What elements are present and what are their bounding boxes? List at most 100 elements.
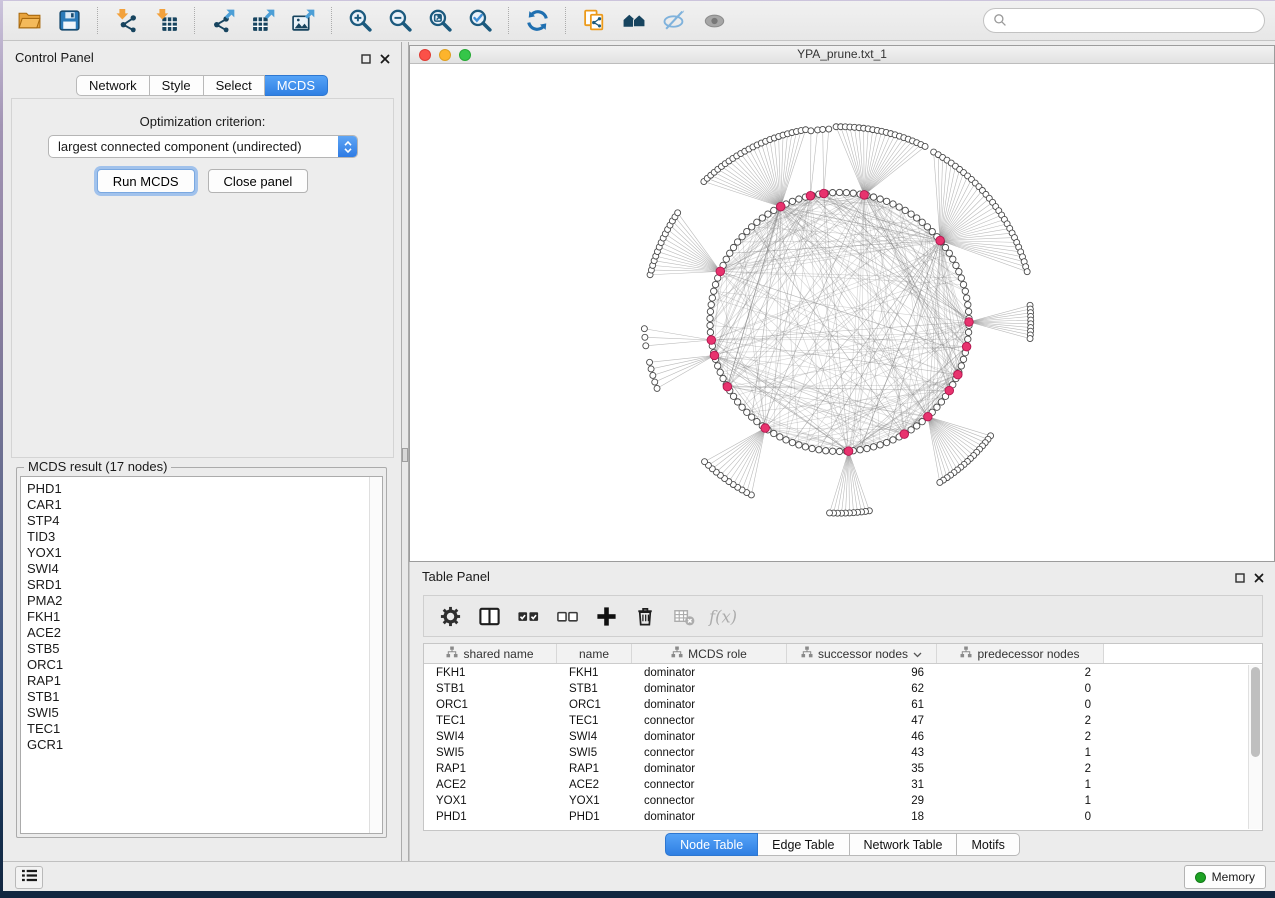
network-window: YPA_prune.txt_1 — [409, 45, 1275, 562]
hide-selected-button[interactable] — [656, 5, 692, 37]
mcds-result-item[interactable]: SWI4 — [27, 561, 382, 577]
delete-column-button[interactable] — [631, 602, 659, 630]
cell-shared-name: STB1 — [424, 683, 557, 695]
table-row[interactable]: PHD1PHD1dominator180 — [424, 809, 1248, 825]
toolbar-separator — [508, 7, 509, 34]
panel-splitter[interactable] — [402, 42, 409, 861]
mcds-result-item[interactable]: STB1 — [27, 689, 382, 705]
column-header-predecessor-nodes[interactable]: predecessor nodes — [937, 644, 1104, 663]
cell-successor-nodes: 35 — [787, 763, 937, 775]
float-icon[interactable] — [361, 51, 371, 69]
zoom-out-button[interactable] — [382, 5, 418, 37]
network-graph[interactable] — [410, 64, 1274, 561]
mcds-result-item[interactable]: ACE2 — [27, 625, 382, 641]
mcds-result-item[interactable]: YOX1 — [27, 545, 382, 561]
tab-network[interactable]: Network — [76, 75, 150, 96]
deselect-all-button[interactable] — [553, 602, 581, 630]
tab-node-table[interactable]: Node Table — [665, 833, 758, 856]
tab-edge-table[interactable]: Edge Table — [758, 833, 849, 856]
table-row[interactable]: ACE2ACE2connector311 — [424, 777, 1248, 793]
table-scrollbar-thumb[interactable] — [1251, 667, 1260, 757]
zoom-in-button[interactable] — [342, 5, 378, 37]
import-network-button[interactable] — [108, 5, 144, 37]
table-settings-button[interactable] — [436, 602, 464, 630]
table-row[interactable]: YOX1YOX1connector291 — [424, 793, 1248, 809]
table-row[interactable]: FKH1FKH1dominator962 — [424, 665, 1248, 681]
table-scrollbar[interactable] — [1248, 665, 1262, 829]
add-column-button[interactable] — [592, 602, 620, 630]
table-panel-title: Table Panel — [422, 569, 490, 584]
close-icon[interactable] — [1254, 570, 1264, 588]
cell-mcds-role: dominator — [632, 667, 787, 679]
tab-network-table[interactable]: Network Table — [850, 833, 958, 856]
import-table-button[interactable] — [148, 5, 184, 37]
mcds-result-item[interactable]: RAP1 — [27, 673, 382, 689]
tab-motifs[interactable]: Motifs — [957, 833, 1019, 856]
maximize-window-icon[interactable] — [459, 49, 471, 61]
criterion-dropdown[interactable]: largest connected component (undirected) — [48, 135, 358, 158]
mcds-result-item[interactable]: TID3 — [27, 529, 382, 545]
mcds-result-item[interactable]: PHD1 — [27, 481, 382, 497]
import-table-icon — [154, 8, 179, 33]
task-list-icon — [21, 868, 38, 888]
column-type-icon — [960, 646, 972, 661]
close-icon[interactable] — [380, 51, 390, 69]
tab-style[interactable]: Style — [150, 75, 204, 96]
table-row[interactable]: RAP1RAP1dominator352 — [424, 761, 1248, 777]
column-header-successor-nodes[interactable]: successor nodes — [787, 644, 937, 663]
table-row[interactable]: TEC1TEC1connector472 — [424, 713, 1248, 729]
mcds-result-item[interactable]: PMA2 — [27, 593, 382, 609]
cell-shared-name: RAP1 — [424, 763, 557, 775]
open-file-button[interactable] — [11, 5, 47, 37]
mcds-result-item[interactable]: SRD1 — [27, 577, 382, 593]
console-button[interactable] — [15, 866, 43, 889]
export-table-button[interactable] — [245, 5, 281, 37]
close-panel-button[interactable]: Close panel — [208, 169, 309, 193]
minimize-window-icon[interactable] — [439, 49, 451, 61]
control-panel-window-controls — [361, 51, 390, 69]
mcds-result-item[interactable]: ORC1 — [27, 657, 382, 673]
mcds-result-item[interactable]: GCR1 — [27, 737, 382, 753]
mcds-result-item[interactable]: TEC1 — [27, 721, 382, 737]
search-input[interactable] — [983, 8, 1265, 33]
show-all-button[interactable] — [696, 5, 732, 37]
splitter-handle[interactable] — [402, 448, 408, 462]
cell-predecessor-nodes: 0 — [937, 683, 1104, 695]
column-header-shared-name[interactable]: shared name — [424, 644, 557, 663]
mcds-result-item[interactable]: SWI5 — [27, 705, 382, 721]
save-session-button[interactable] — [51, 5, 87, 37]
table-row[interactable]: STB1STB1dominator620 — [424, 681, 1248, 697]
table-row[interactable]: SWI4SWI4dominator462 — [424, 729, 1248, 745]
table-row[interactable]: ORC1ORC1dominator610 — [424, 697, 1248, 713]
column-header-mcds-role[interactable]: MCDS role — [632, 644, 787, 663]
clone-network-button[interactable] — [576, 5, 612, 37]
cell-shared-name: PHD1 — [424, 811, 557, 823]
refresh-layout-button[interactable] — [519, 5, 555, 37]
mcds-result-item[interactable]: FKH1 — [27, 609, 382, 625]
run-mcds-button[interactable]: Run MCDS — [97, 169, 195, 193]
float-icon[interactable] — [1235, 570, 1245, 588]
close-window-icon[interactable] — [419, 49, 431, 61]
export-image-button[interactable] — [285, 5, 321, 37]
column-header-name[interactable]: name — [557, 644, 632, 663]
cell-successor-nodes: 47 — [787, 715, 937, 727]
first-neighbors-button[interactable] — [616, 5, 652, 37]
export-network-button[interactable] — [205, 5, 241, 37]
table-row[interactable]: SWI5SWI5connector431 — [424, 745, 1248, 761]
cell-name: ACE2 — [557, 779, 632, 791]
hide-selected-icon — [662, 8, 687, 33]
zoom-selected-button[interactable] — [462, 5, 498, 37]
column-header-label: MCDS role — [688, 647, 747, 661]
column-browser-button[interactable] — [475, 602, 503, 630]
mcds-result-item[interactable]: CAR1 — [27, 497, 382, 513]
mcds-result-item[interactable]: STP4 — [27, 513, 382, 529]
network-canvas[interactable] — [410, 64, 1274, 561]
network-window-titlebar[interactable]: YPA_prune.txt_1 — [410, 46, 1274, 64]
tab-mcds[interactable]: MCDS — [265, 75, 328, 96]
select-all-button[interactable] — [514, 602, 542, 630]
mcds-result-item[interactable]: STB5 — [27, 641, 382, 657]
memory-button[interactable]: Memory — [1184, 865, 1266, 889]
mcds-list-scrollbar[interactable] — [369, 477, 382, 833]
zoom-fit-button[interactable] — [422, 5, 458, 37]
tab-select[interactable]: Select — [204, 75, 265, 96]
